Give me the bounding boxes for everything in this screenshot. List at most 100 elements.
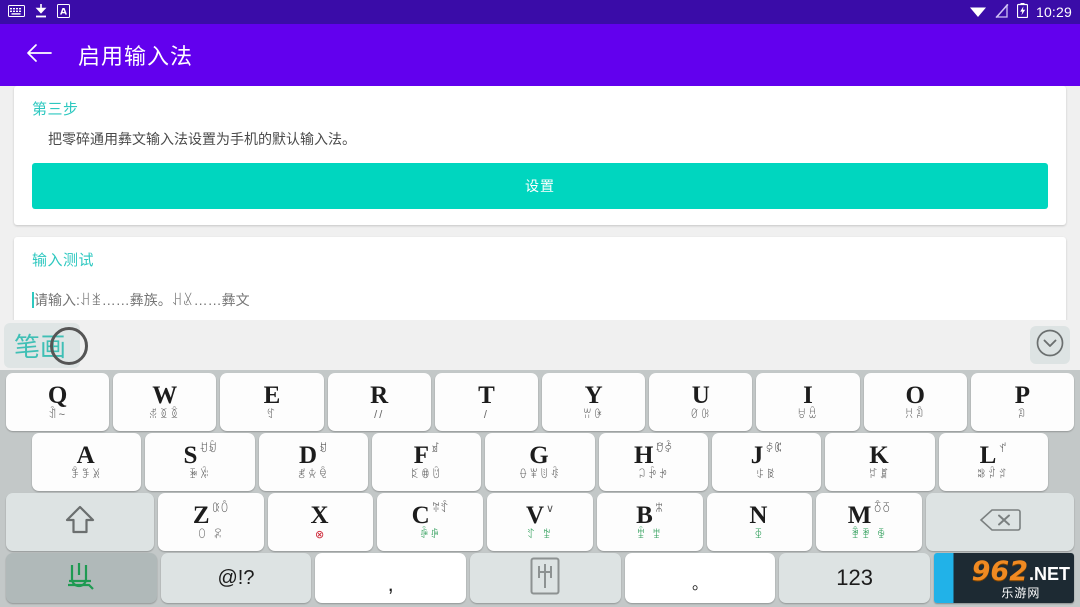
clock-time: 10:29 [1035, 4, 1072, 20]
key-sidelabel: ꅁꅂ [873, 503, 891, 515]
key-sidelabel: ꀃ [430, 443, 440, 455]
key-t[interactable]: T / [434, 373, 539, 431]
key-sublabel: ꃀꃁꃂ [637, 469, 670, 481]
stroke-circle-icon [50, 326, 88, 365]
key-h[interactable]: H ꀄꀅ ꃀꃁꃂ [598, 433, 708, 491]
key-o[interactable]: O ꀡꀢ [863, 373, 967, 431]
key-q[interactable]: Q ꀉ~ [6, 373, 110, 431]
key-sidelabel: ꀈ [998, 443, 1007, 455]
key-sublabel: ⊗ [314, 529, 327, 541]
key-sublabel: ꄽ [754, 529, 765, 541]
key-i[interactable]: I ꀞꀟ [756, 373, 860, 431]
soft-keyboard: 笔画 Q ꀉ~ W ꅇꅉꅈ Eꉐ R// T / Y ꀕꀖ U ꀜꀝ I ꀞꀟ O ꀡꀢ [0, 320, 1080, 607]
symbols-key[interactable]: @!? [160, 553, 312, 603]
key-f[interactable]: F ꀃ ꌅꌆꌇ [371, 433, 482, 491]
key-z[interactable]: Z ꄰꄱ ꄲ ꄳ [158, 493, 264, 551]
key-sublabel: ꋘꋙ [189, 469, 211, 481]
key-r[interactable]: R// [327, 373, 431, 431]
keyboard-rows: Q ꀉ~ W ꅇꅉꅈ Eꉐ R// T / Y ꀕꀖ U ꀜꀝ I ꀞꀟ O ꀡꀢ Pꀣ Aꊇ… [0, 370, 1080, 603]
yi-boxed-glyph-icon [528, 556, 562, 601]
language-switch-key[interactable] [6, 553, 157, 603]
key-letter: O [905, 382, 925, 409]
key-sublabel: ꀉ~ [48, 409, 68, 421]
step-description: 把零碎通用彝文输入法设置为手机的默认输入法。 [48, 131, 356, 147]
key-x[interactable]: X ⊗ [267, 493, 374, 551]
key-letter: H [633, 442, 654, 469]
key-sublabel: ꉐ [266, 409, 278, 421]
key-w[interactable]: W ꅇꅉꅈ [113, 373, 217, 431]
content-scroll-area[interactable]: 第三步 把零碎通用彝文输入法设置为手机的默认输入法。 设置 输入测试 [0, 86, 1080, 320]
key-sublabel: // [374, 409, 385, 421]
key-sublabel: ꊇꊈꊉ [70, 469, 103, 481]
key-letter: Y [584, 382, 603, 409]
battery-charging-icon [1016, 3, 1029, 21]
key-sublabel: ꀕꀖ [583, 409, 605, 421]
key-s[interactable]: S ꀀꀁ ꋘꋙ [145, 433, 255, 491]
key-sidelabel: ꀂ [319, 443, 328, 455]
input-test-field[interactable] [32, 292, 1048, 308]
signal-off-icon [995, 2, 1009, 21]
key-y[interactable]: Y ꀕꀖ [542, 373, 646, 431]
comma-label: , [387, 571, 394, 596]
key-sublabel: ꄾꄿ ꅀ [850, 529, 888, 541]
keyboard-row-3: Z ꄰꄱ ꄲ ꄳ X ⊗ C ꄶꄷ ꄴꄵ V ∨ ꄸ ꄹ Bꄼ ꄺ ꄻ Nꄽ M ꅁꅂ ꄾꄿ ꅀ [2, 493, 1078, 551]
yi-mode-key[interactable] [469, 553, 621, 603]
download-icon [35, 3, 47, 21]
status-bar: A 10:29 [0, 0, 1080, 24]
logo-cn-text: 乐游网 [1001, 585, 1041, 600]
key-sublabel: ꄴꄵ [419, 529, 441, 541]
key-sublabel: ꄺ ꄻ [636, 529, 663, 541]
site-watermark-logo: 962 .NET 乐游网 [933, 553, 1075, 603]
key-n[interactable]: Nꄽ [706, 493, 813, 551]
key-g[interactable]: G ꂷꂸꂹꂺ [485, 433, 595, 491]
key-sublabel: ꂷꂸꂹꂺ [518, 469, 562, 481]
key-sublabel: ꄲ ꄳ [197, 529, 224, 541]
input-test-card: 输入测试 [14, 237, 1066, 320]
key-letter: F [413, 442, 429, 469]
key-letter: M [847, 502, 872, 529]
key-sublabel: ꀡꀢ [904, 409, 926, 421]
collapse-keyboard-button[interactable] [1030, 326, 1070, 364]
symbols-label: @!? [217, 566, 255, 589]
key-c[interactable]: C ꄶꄷ ꄴꄵ [377, 493, 484, 551]
key-letter: N [749, 502, 768, 529]
key-letter: T [478, 382, 495, 409]
shift-key[interactable] [6, 493, 154, 551]
key-j[interactable]: J ꀆꀇ ꃈꃉ [711, 433, 822, 491]
settings-button[interactable]: 设置 [32, 163, 1048, 209]
backspace-key[interactable] [926, 493, 1075, 551]
backspace-icon [979, 507, 1021, 538]
key-k[interactable]: K ꃐꃑ [825, 433, 935, 491]
key-sidelabel: ꄶꄷ [431, 503, 449, 515]
key-letter: P [1014, 382, 1031, 409]
numbers-key[interactable]: 123 [779, 553, 930, 603]
key-v[interactable]: V ∨ ꄸ ꄹ [487, 493, 593, 551]
back-button[interactable] [22, 38, 56, 72]
key-letter: J [750, 442, 764, 469]
keyboard-row-2: A ꊇꊈꊉ S ꀀꀁ ꋘꋙ D ꀂ ꋝꋞꋟ F ꀃ ꌅꌆꌇ G ꂷꂸꂹꂺ H ꀄꀅ ꃀꃁꃂ J ꀆꀇ ꃈ… [2, 433, 1078, 491]
key-letter: U [691, 382, 710, 409]
key-m[interactable]: M ꅁꅂ ꄾꄿ ꅀ [816, 493, 923, 551]
numbers-label: 123 [836, 565, 873, 590]
candidate-bar: 笔画 [0, 320, 1080, 370]
key-u[interactable]: U ꀜꀝ [649, 373, 753, 431]
period-label: 。 [691, 576, 708, 593]
key-letter: B [636, 502, 653, 529]
key-sublabel: ꃈꃉ [756, 469, 778, 481]
key-p[interactable]: Pꀣ [970, 373, 1075, 431]
key-sublabel: ꀞꀟ [797, 409, 819, 421]
key-e[interactable]: Eꉐ [220, 373, 324, 431]
key-b[interactable]: Bꄼ ꄺ ꄻ [596, 493, 703, 551]
key-a[interactable]: A ꊇꊈꊉ [32, 433, 142, 491]
candidate-item-bihua[interactable]: 笔画 [4, 322, 88, 368]
wifi-icon [969, 4, 987, 21]
key-d[interactable]: D ꀂ ꋝꋞꋟ [258, 433, 368, 491]
comma-key[interactable]: , [315, 553, 466, 603]
period-key[interactable]: 。 [624, 553, 776, 603]
key-letter: G [529, 442, 549, 469]
key-sublabel: ꄸ ꄹ [526, 529, 554, 541]
key-sublabel: ꀜꀝ [690, 409, 712, 421]
key-l[interactable]: L ꀈ ꄀꄁꄂ [938, 433, 1048, 491]
arrow-left-icon [26, 43, 52, 68]
key-sidelabel: ꄰꄱ [211, 503, 229, 515]
